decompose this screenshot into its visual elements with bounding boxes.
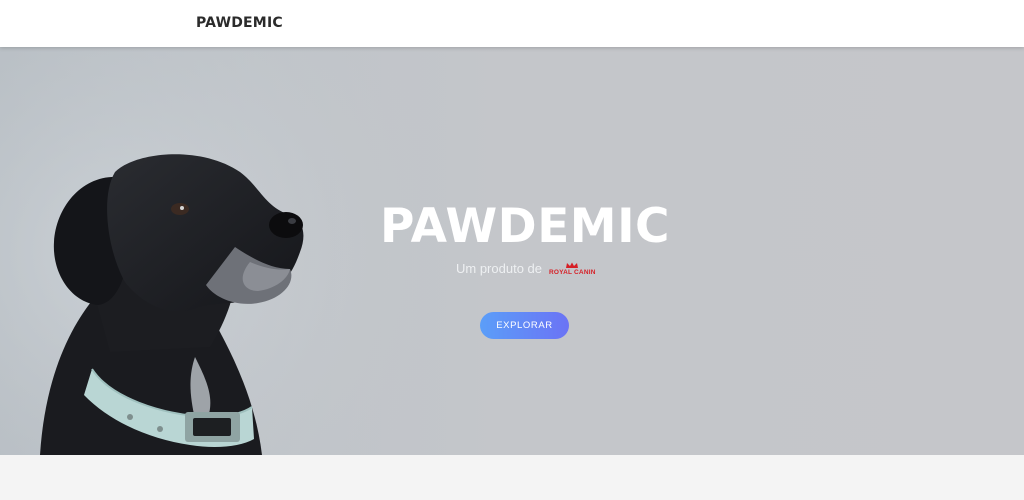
royal-canin-logo[interactable]: ROYAL CANIN [549, 262, 596, 276]
hero-subtitle: Um produto de ROYAL CANIN [456, 261, 596, 276]
content-section [0, 455, 1024, 500]
top-navbar: PAWDEMIC [0, 0, 1024, 47]
logo-text: ROYAL CANIN [549, 268, 596, 276]
hero-content: PAWDEMIC Um produto de ROYAL CANIN EXPLO… [0, 47, 1024, 455]
hero-title: PAWDEMIC [379, 199, 671, 254]
hero-section: PAWDEMIC Um produto de ROYAL CANIN EXPLO… [0, 47, 1024, 455]
subtitle-text: Um produto de [456, 261, 542, 276]
brand-link[interactable]: PAWDEMIC [196, 15, 283, 31]
explore-button[interactable]: EXPLORAR [480, 312, 569, 339]
crown-icon [566, 262, 579, 268]
